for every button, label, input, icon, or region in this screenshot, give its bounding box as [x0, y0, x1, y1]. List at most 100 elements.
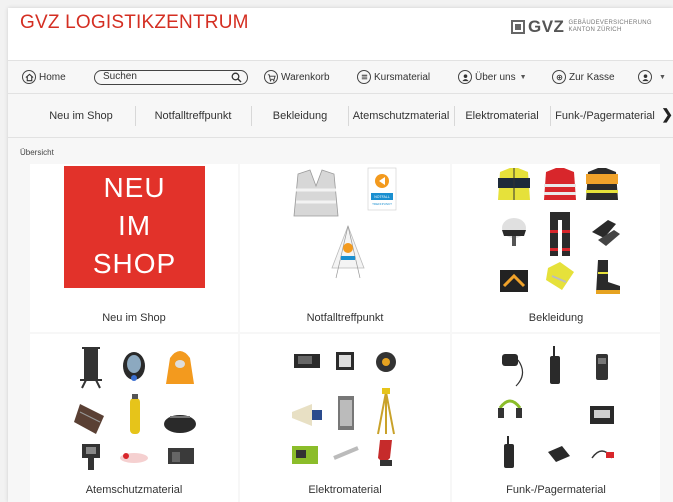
nav-course-material[interactable]: Kursmaterial [357, 70, 430, 84]
drill-image [378, 440, 392, 466]
top-nav: Home Suchen Warenkorb Kursmaterial Über [8, 60, 673, 94]
elektro-products [292, 352, 396, 466]
chevron-down-icon: ▼ [519, 73, 527, 81]
jacket-yellow-image [498, 168, 530, 200]
cables-image [591, 450, 614, 459]
radio-image [550, 346, 560, 384]
tile-funk-pagermaterial[interactable]: Funk-/Pagermaterial [452, 334, 660, 502]
mask-image [123, 352, 145, 381]
tester-image [333, 446, 359, 460]
vest-image [293, 169, 339, 217]
nav-home-label: Home [39, 71, 66, 83]
nav-account[interactable]: ▼ [638, 70, 666, 84]
gvz-logo[interactable]: GVZ GEBÄUDEVERSICHERUNG KANTON ZÜRICH [511, 17, 652, 37]
search-placeholder: Suchen [103, 71, 137, 82]
nav-cart-label: Warenkorb [281, 71, 330, 83]
banner-line-1: NEU [103, 172, 166, 203]
category-notfalltreffpunkt[interactable]: Notfalltreffpunkt [138, 94, 248, 138]
gvz-logo-mark-icon [511, 20, 525, 34]
cylinder-image [130, 394, 140, 434]
category-neu-im-shop[interactable]: Neu im Shop [30, 94, 132, 138]
nav-home[interactable]: Home [22, 70, 66, 84]
category-divider [251, 106, 252, 126]
category-divider [550, 106, 551, 126]
banner-line-2: IM [117, 210, 152, 241]
tile-label: Bekleidung [528, 312, 584, 324]
site-header: GVZ LOGISTIKZENTRUM GVZ GEBÄUDEVERSICHER… [8, 8, 673, 60]
page-frame: GVZ LOGISTIKZENTRUM GVZ GEBÄUDEVERSICHER… [8, 8, 673, 502]
cart-icon [264, 70, 278, 84]
category-funk-pagermaterial[interactable]: Funk-/Pagermaterial [552, 94, 658, 138]
signal-pump-image [120, 453, 148, 463]
category-bar: Neu im Shop Notfalltreffpunkt Bekleidung… [8, 94, 673, 138]
svg-text:NOTFALL: NOTFALL [374, 195, 390, 199]
cable-reel-image [376, 352, 396, 372]
nav-checkout[interactable]: Zur Kasse [552, 70, 615, 84]
speaker-mic-image [502, 354, 524, 387]
gvz-logo-subtitle: GEBÄUDEVERSICHERUNG KANTON ZÜRICH [568, 20, 651, 34]
category-elektromaterial[interactable]: Elektromaterial [456, 94, 548, 138]
logo-sub-line2: KANTON ZÜRICH [568, 27, 622, 33]
nav-course-material-label: Kursmaterial [374, 71, 431, 83]
wallet-image [548, 446, 570, 462]
tile-elektromaterial[interactable]: Elektromaterial [240, 334, 450, 502]
tripod-sign-image [331, 224, 365, 279]
chevron-right-icon[interactable]: ❯ [661, 106, 673, 123]
notfall-sign-image: NOTFALL TREFFPUNKT [367, 167, 397, 211]
gvz-logo-text: GVZ [528, 17, 565, 36]
tile-notfalltreffpunkt[interactable]: NOTFALL TREFFPUNKT Notfalltreffpunkt [240, 164, 450, 332]
tile-neu-im-shop[interactable]: NEU IM SHOP Neu im Shop [30, 164, 238, 332]
category-divider [348, 106, 349, 126]
svg-text:TREFFPUNKT: TREFFPUNKT [372, 202, 392, 206]
led-panel-image [336, 352, 354, 370]
category-atemschutzmaterial[interactable]: Atemschutzmaterial [350, 94, 452, 138]
search-input[interactable]: Suchen [94, 70, 248, 85]
tile-label: Elektromaterial [308, 484, 382, 496]
search-icon[interactable] [231, 72, 242, 87]
pager-image [596, 354, 608, 380]
charger-image [168, 448, 194, 464]
vest-yellow-image [546, 262, 574, 290]
tile-label: Atemschutzmaterial [85, 484, 183, 496]
hood-image [166, 351, 194, 384]
generator-image [292, 446, 318, 464]
jacket-red-image [544, 168, 576, 200]
gloves-image [592, 220, 620, 246]
trousers-image [550, 212, 570, 256]
category-bekleidung[interactable]: Bekleidung [254, 94, 346, 138]
duffel-image [164, 415, 196, 433]
megaphone-image [292, 404, 322, 426]
tile-atemschutzmaterial[interactable]: Atemschutzmaterial [30, 334, 238, 502]
user-icon [458, 70, 472, 84]
nav-cart[interactable]: Warenkorb [264, 70, 330, 84]
tile-label: Neu im Shop [102, 312, 166, 324]
neu-im-shop-banner: NEU IM SHOP [64, 166, 205, 288]
chevron-down-icon: ▼ [659, 73, 666, 81]
case-image [590, 406, 614, 424]
boot-image [596, 260, 620, 294]
bag-image [500, 270, 528, 292]
banner-line-3: SHOP [92, 248, 177, 279]
lantern-image [338, 396, 354, 430]
floodlight-image [294, 354, 320, 368]
breadcrumb[interactable]: Übersicht [20, 148, 54, 157]
tile-label: Funk-/Pagermaterial [506, 484, 606, 496]
atemschutz-products [74, 347, 196, 470]
helmet-image [502, 218, 526, 246]
category-divider [135, 106, 136, 126]
notfalltreffpunkt-products: NOTFALL TREFFPUNKT [293, 167, 397, 279]
headset-image [498, 399, 522, 418]
nav-about-label: Über uns [475, 71, 516, 83]
jacket-orange-image [586, 168, 618, 200]
checkout-icon [552, 70, 566, 84]
tile-bekleidung[interactable]: Bekleidung [452, 164, 660, 332]
site-title[interactable]: GVZ LOGISTIKZENTRUM [20, 12, 249, 34]
harness-image [80, 347, 102, 389]
nav-about[interactable]: Über uns ▼ [458, 70, 527, 84]
funk-products [498, 346, 614, 468]
document-icon [357, 70, 371, 84]
account-icon [638, 70, 652, 84]
bekleidung-products [498, 168, 620, 294]
thermal-camera-image [82, 444, 100, 470]
tile-label: Notfalltreffpunkt [306, 312, 384, 324]
